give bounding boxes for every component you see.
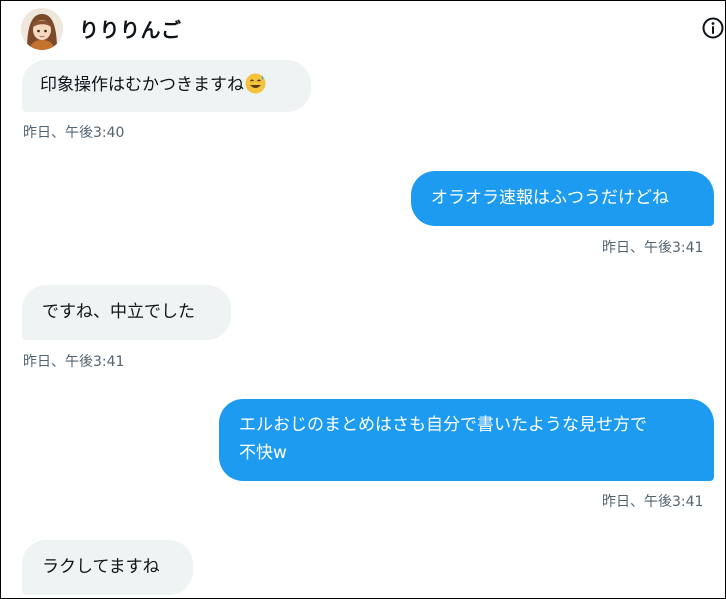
message-bubble-incoming[interactable]: ですね、中立でした xyxy=(22,285,231,340)
message-text-line: 不快w xyxy=(239,443,287,463)
message-bubble-outgoing[interactable]: エルおじのまとめはさも自分で書いたような見せ方で 不快w xyxy=(219,399,714,481)
message-text: 印象操作はむかつきますね xyxy=(40,75,244,95)
conversation-title[interactable]: りりりんご xyxy=(79,14,182,43)
user-avatar-icon xyxy=(21,8,63,50)
message-text-line: エルおじのまとめはさも自分で書いたような見せ方で xyxy=(239,415,647,435)
message-text: オラオラ速報はふつうだけどね xyxy=(431,188,669,208)
message-text: ですね、中立でした xyxy=(42,302,195,322)
grinning-sweat-emoji-icon xyxy=(245,73,266,94)
message-timestamp: 昨日、午後3:40 xyxy=(23,125,125,141)
message-bubble-incoming[interactable]: 印象操作はむかつきますね xyxy=(22,60,311,112)
dm-conversation-window: りりりんご 印象操作はむかつきますね 昨日、午後3:40 オラオラ速報はふつうだ… xyxy=(0,0,726,599)
message-bubble-incoming[interactable]: ラクしてますね xyxy=(22,540,193,595)
message-timestamp: 昨日、午後3:41 xyxy=(602,240,704,256)
message-timestamp: 昨日、午後3:41 xyxy=(602,494,704,510)
avatar[interactable] xyxy=(21,8,63,50)
conversation-header: りりりんご xyxy=(1,1,725,57)
message-timestamp: 昨日、午後3:41 xyxy=(23,354,125,370)
message-bubble-outgoing[interactable]: オラオラ速報はふつうだけどね xyxy=(411,171,714,226)
info-icon[interactable] xyxy=(702,17,724,39)
message-text: ラクしてますね xyxy=(42,557,160,577)
